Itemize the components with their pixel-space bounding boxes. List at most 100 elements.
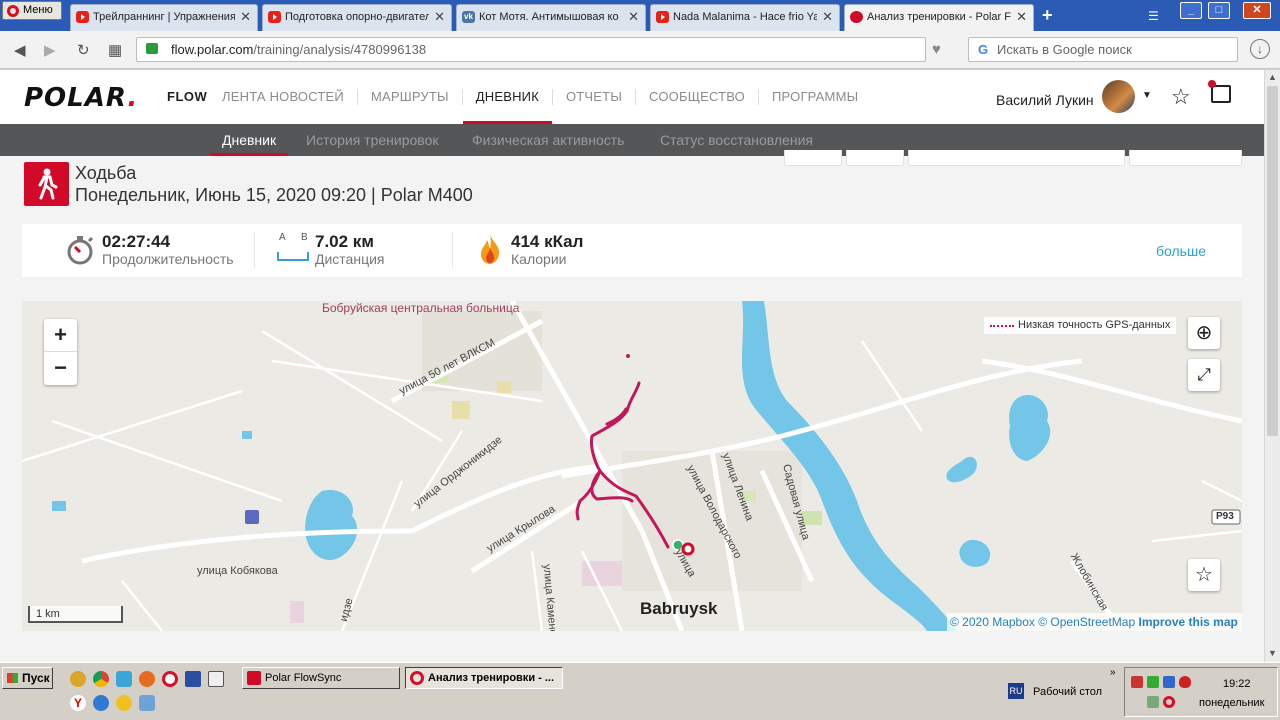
close-tab-icon[interactable]: ✕	[240, 5, 251, 29]
browser-tab[interactable]: Подготовка опорно-двигательного ✕	[262, 4, 452, 31]
chrome-icon[interactable]	[93, 671, 109, 687]
duration-value: 02:27:44	[102, 232, 171, 251]
quicklaunch-icon[interactable]	[70, 671, 86, 687]
close-tab-icon[interactable]: ✕	[628, 5, 639, 29]
browser-tab[interactable]: Nada Malanima - Hace frio Ya ✕	[650, 4, 840, 31]
route-map[interactable]: Бобруйская центральная больница улица 50…	[22, 301, 1242, 631]
divider	[254, 232, 255, 268]
action-button[interactable]	[1129, 150, 1242, 166]
speed-dial-icon[interactable]: ▦	[108, 41, 122, 59]
opera-menu-button[interactable]: Меню	[2, 1, 62, 20]
opera-tray-icon[interactable]	[1163, 696, 1175, 708]
new-tab-icon[interactable]: +	[1042, 6, 1053, 24]
favorite-route-star-icon[interactable]: ☆	[1188, 559, 1220, 591]
desktop-toolbar-label[interactable]: Рабочий стол	[1033, 686, 1102, 698]
action-button[interactable]	[846, 150, 904, 166]
address-bar-row: ◀ ▶ ↻ ▦ flow.polar.com/training/analysis…	[0, 31, 1280, 69]
divider	[452, 232, 453, 268]
nav-reports[interactable]: ОТЧЕТЫ	[553, 70, 635, 124]
map-poi-hospital: Бобруйская центральная больница	[322, 301, 520, 315]
close-tab-icon[interactable]: ✕	[434, 5, 445, 29]
mapbox-link[interactable]: © 2020 Mapbox	[950, 615, 1035, 629]
maximize-icon[interactable]: □	[1208, 2, 1230, 19]
flame-icon	[481, 234, 500, 264]
forward-icon[interactable]: ▶	[44, 41, 56, 59]
subnav-training-history[interactable]: История тренировок	[306, 124, 438, 156]
bookmark-heart-icon[interactable]: ♥	[932, 41, 941, 58]
tray-icon[interactable]	[1147, 696, 1159, 708]
chevron-right-icon[interactable]: »	[1110, 667, 1116, 678]
chevron-down-icon[interactable]: ▼	[1142, 90, 1152, 101]
nav-news-feed[interactable]: ЛЕНТА НОВОСТЕЙ	[222, 70, 357, 124]
save-icon[interactable]	[185, 671, 201, 687]
clock-day: понедельник	[1199, 697, 1265, 709]
browser-tab-strip: Меню Трейлраннинг | Упражнения ✕ Подгото…	[0, 0, 1280, 31]
back-icon[interactable]: ◀	[14, 41, 26, 59]
road-shield-label: P93	[1216, 511, 1234, 522]
browser-tab[interactable]: Трейлраннинг | Упражнения ✕	[70, 4, 258, 31]
antivirus-icon[interactable]	[1179, 676, 1191, 688]
media-icon[interactable]	[116, 695, 132, 711]
minimize-icon[interactable]: _	[1180, 2, 1202, 19]
scrollbar-thumb[interactable]	[1267, 86, 1278, 436]
distance-label: Дистанция	[315, 251, 385, 267]
distance-value: 7.02 км	[315, 232, 374, 251]
action-button[interactable]	[784, 150, 842, 166]
nav-programs[interactable]: ПРОГРАММЫ	[759, 70, 871, 124]
yandex-icon[interactable]: Y	[70, 695, 86, 711]
osm-link[interactable]: © OpenStreetMap	[1038, 615, 1135, 629]
download-icon[interactable]: ↓	[1250, 39, 1270, 59]
nav-routes[interactable]: МАРШРУТЫ	[358, 70, 462, 124]
window-close-icon[interactable]: ✕	[1243, 2, 1271, 19]
main-nav: ЛЕНТА НОВОСТЕЙ МАРШРУТЫ ДНЕВНИК ОТЧЕТЫ С…	[222, 70, 871, 124]
taskbar-button-browser[interactable]: Анализ тренировки - ...	[405, 667, 563, 689]
reload-icon[interactable]: ↻	[77, 41, 90, 59]
firefox-icon[interactable]	[139, 671, 155, 687]
flow-label: FLOW	[167, 89, 208, 104]
taskbar-button-flowsync[interactable]: Polar FlowSync	[242, 667, 400, 689]
search-field[interactable]: G Искать в Google поиск	[968, 37, 1238, 62]
polar-logo[interactable]: POLAR.	[24, 83, 138, 113]
vk-icon: vk	[462, 11, 475, 23]
locate-icon[interactable]: ⊕	[1188, 317, 1220, 349]
close-tab-icon[interactable]: ✕	[822, 5, 833, 29]
close-tab-icon[interactable]: ✕	[1016, 5, 1027, 29]
improve-map-link[interactable]: Improve this map	[1138, 615, 1237, 629]
quicklaunch-icon[interactable]	[116, 671, 132, 687]
avatar[interactable]	[1102, 80, 1135, 113]
action-button[interactable]	[908, 150, 1125, 166]
tab-menu-icon[interactable]: ☰	[1148, 9, 1159, 23]
language-indicator[interactable]: RU	[1008, 683, 1024, 699]
subnav-diary[interactable]: Дневник	[209, 124, 289, 156]
subnav-activity[interactable]: Физическая активность	[472, 124, 624, 156]
fullscreen-icon[interactable]: ⤢	[1188, 359, 1220, 391]
quicklaunch-icon[interactable]	[139, 695, 155, 711]
nav-diary[interactable]: ДНЕВНИК	[462, 70, 553, 124]
map-attribution: © 2020 Mapbox © OpenStreetMap Improve th…	[947, 613, 1242, 631]
url-field[interactable]: flow.polar.com/training/analysis/4780996…	[136, 37, 926, 62]
favorites-star-icon[interactable]: ☆	[1171, 84, 1191, 110]
training-summary: 02:27:44 Продолжительность A B 7.02 км Д…	[22, 224, 1242, 277]
opera-icon[interactable]	[162, 671, 178, 687]
map-street-label: улица Кобякова	[197, 565, 278, 577]
network-icon[interactable]	[1163, 676, 1175, 688]
notifications-icon[interactable]	[1208, 80, 1231, 103]
user-name[interactable]: Василий Лукин	[996, 92, 1094, 108]
start-button[interactable]: Пуск	[2, 667, 53, 689]
calculator-icon[interactable]	[208, 671, 224, 687]
zoom-out-button[interactable]: −	[44, 352, 77, 385]
ie-icon[interactable]	[93, 695, 109, 711]
nav-community[interactable]: СООБЩЕСТВО	[636, 70, 758, 124]
scroll-up-icon[interactable]: ▲	[1268, 72, 1277, 82]
page-scrollbar[interactable]: ▲ ▼	[1264, 70, 1280, 662]
zoom-in-button[interactable]: +	[44, 319, 77, 352]
browser-tab-active[interactable]: Анализ тренировки - Polar Flow ✕	[844, 4, 1034, 31]
tray-icon[interactable]	[1131, 676, 1143, 688]
page-viewport: POLAR. FLOW ЛЕНТА НОВОСТЕЙ МАРШРУТЫ ДНЕВ…	[0, 70, 1264, 662]
scroll-down-icon[interactable]: ▼	[1268, 648, 1277, 658]
tray-icon[interactable]	[1147, 676, 1159, 688]
more-link[interactable]: больше	[1156, 243, 1206, 259]
browser-tab[interactable]: vk Кот Мотя. Антимышовая ко ✕	[456, 4, 646, 31]
map-scale: 1 km	[28, 606, 123, 623]
youtube-icon	[268, 11, 281, 23]
